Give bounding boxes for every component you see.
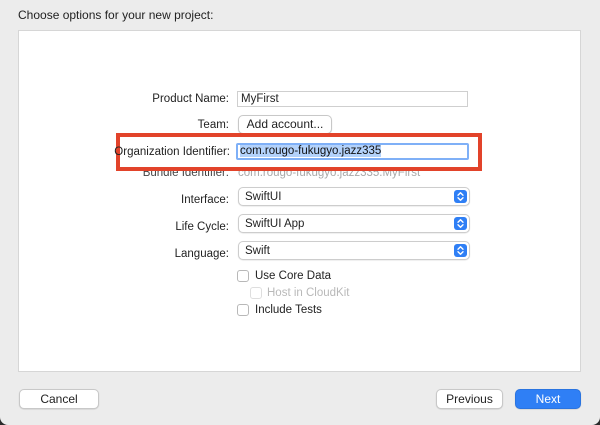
life-cycle-popup[interactable]: SwiftUI App [238, 214, 470, 233]
team-label: Team: [197, 119, 229, 131]
cancel-button[interactable]: Cancel [19, 389, 99, 409]
interface-label: Interface: [181, 194, 229, 206]
use-core-data-label: Use Core Data [255, 270, 332, 282]
window-title: Choose options for your new project: [18, 8, 214, 22]
organization-identifier-selected-text: com.rougo-fukugyo.jazz335 [240, 145, 382, 157]
previous-button[interactable]: Previous [436, 389, 503, 409]
next-button[interactable]: Next [515, 389, 581, 409]
include-tests-label: Include Tests [255, 304, 322, 316]
life-cycle-popup-value: SwiftUI App [245, 218, 305, 230]
new-project-options-window: Choose options for your new project: Pro… [0, 0, 600, 425]
language-popup-value: Swift [245, 245, 270, 257]
include-tests-checkbox[interactable] [237, 304, 249, 316]
use-core-data-checkbox[interactable] [237, 270, 249, 282]
organization-identifier-field[interactable]: com.rougo-fukugyo.jazz335 [236, 143, 469, 160]
popup-arrows-icon [454, 244, 467, 257]
add-account-button[interactable]: Add account... [238, 115, 332, 134]
organization-identifier-label: Organization Identifier: [114, 146, 230, 158]
product-name-label: Product Name: [152, 93, 229, 105]
language-popup[interactable]: Swift [238, 241, 470, 260]
footer-bar: Cancel Previous Next [0, 372, 600, 425]
popup-arrows-icon [454, 190, 467, 203]
host-in-cloudkit-checkbox [250, 287, 262, 299]
host-in-cloudkit-label: Host in CloudKit [267, 287, 350, 299]
interface-popup-value: SwiftUI [245, 191, 282, 203]
language-label: Language: [174, 248, 229, 260]
life-cycle-label: Life Cycle: [175, 221, 229, 233]
product-name-field[interactable] [237, 91, 468, 107]
popup-arrows-icon [454, 217, 467, 230]
interface-popup[interactable]: SwiftUI [238, 187, 470, 206]
